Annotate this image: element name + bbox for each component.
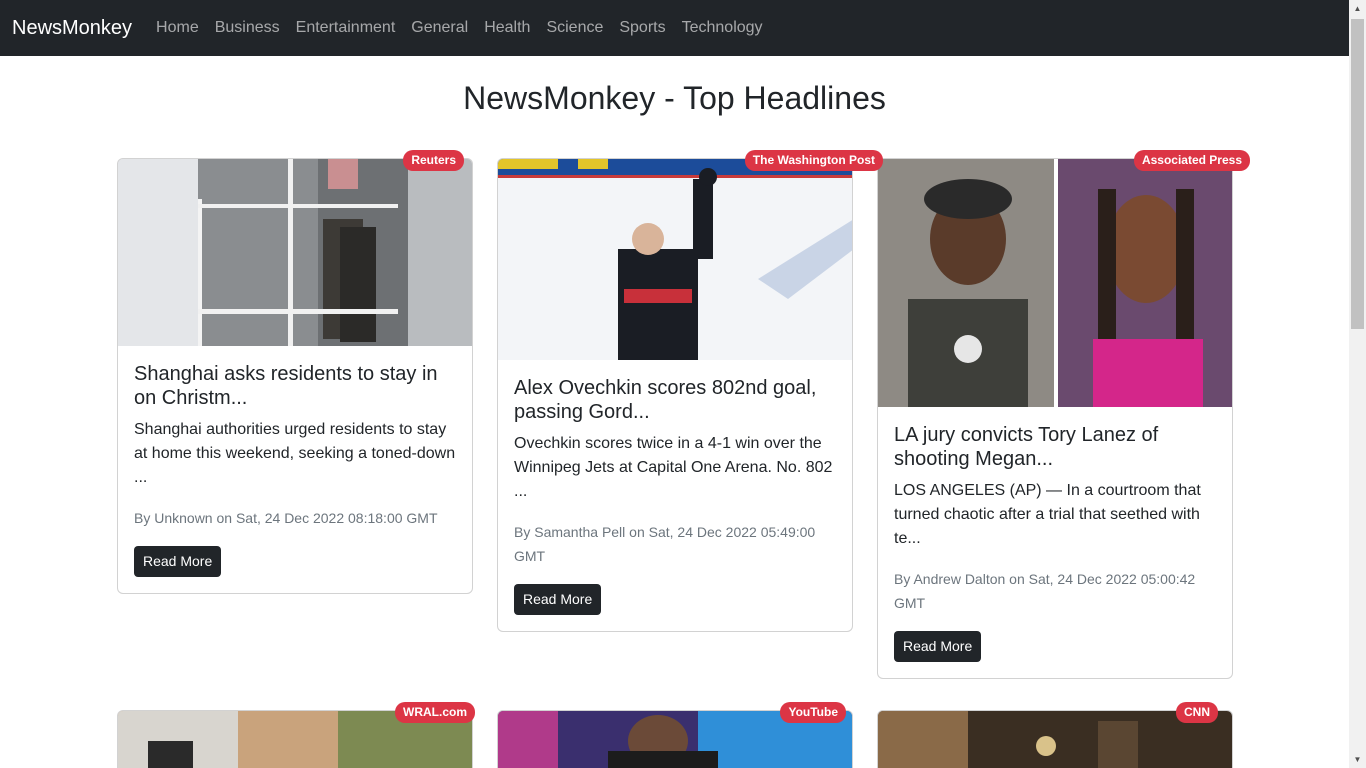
read-more-button[interactable]: Read More — [514, 584, 602, 615]
nav-link-entertainment[interactable]: Entertainment — [296, 19, 396, 37]
card-meta: By Unknown on Sat, 24 Dec 2022 08:18:00 … — [134, 510, 438, 526]
source-badge: CNN — [1176, 702, 1218, 723]
source-badge: Reuters — [403, 150, 464, 171]
navbar: NewsMonkey Home Business Entertainment G… — [0, 0, 1349, 56]
card-meta: By Andrew Dalton on Sat, 24 Dec 2022 05:… — [894, 571, 1196, 611]
card-title: Alex Ovechkin scores 802nd goal, passing… — [514, 377, 817, 423]
news-card: YouTube — [497, 702, 853, 768]
card-body: Shanghai asks residents to stay in on Ch… — [118, 346, 472, 593]
card-title: Shanghai asks residents to stay in on Ch… — [134, 363, 438, 409]
nav-link-sports[interactable]: Sports — [619, 19, 665, 37]
nav-link-science[interactable]: Science — [546, 19, 603, 37]
news-card: WRAL.com — [117, 702, 475, 768]
card-description: LOS ANGELES (AP) — In a courtroom that t… — [894, 482, 1201, 547]
card-meta: By Samantha Pell on Sat, 24 Dec 2022 05:… — [514, 524, 816, 564]
card-body: LA jury convicts Tory Lanez of shooting … — [878, 407, 1232, 678]
news-image — [878, 159, 1232, 407]
nav-link-technology[interactable]: Technology — [682, 19, 763, 37]
news-card: Associated Press LA jury convicts Tory L… — [877, 150, 1250, 679]
scroll-down-icon[interactable]: ▼ — [1349, 751, 1366, 768]
scroll-thumb[interactable] — [1351, 19, 1364, 329]
page-title: NewsMonkey - Top Headlines — [463, 80, 886, 116]
nav-link-business[interactable]: Business — [215, 19, 280, 37]
nav-link-general[interactable]: General — [411, 19, 468, 37]
news-card: Reuters Shanghai asks residents to stay … — [117, 150, 473, 594]
news-card: CNN — [877, 702, 1233, 768]
news-image — [498, 159, 852, 360]
read-more-button[interactable]: Read More — [134, 546, 222, 577]
scroll-up-icon[interactable]: ▲ — [1349, 0, 1366, 17]
card-title: LA jury convicts Tory Lanez of shooting … — [894, 424, 1159, 470]
source-badge: Associated Press — [1133, 150, 1250, 171]
nav-links: Home Business Entertainment General Heal… — [156, 19, 779, 37]
news-image — [118, 159, 472, 346]
card-description: Shanghai authorities urged residents to … — [134, 421, 456, 486]
card-body: Alex Ovechkin scores 802nd goal, passing… — [498, 360, 852, 631]
nav-link-health[interactable]: Health — [484, 19, 530, 37]
read-more-button[interactable]: Read More — [894, 631, 982, 662]
news-card: The Washington Post Alex Ovechkin scores… — [497, 150, 883, 632]
source-badge: WRAL.com — [395, 702, 475, 723]
brand-logo[interactable]: NewsMonkey — [12, 17, 132, 40]
source-badge: The Washington Post — [744, 150, 883, 171]
vertical-scrollbar[interactable]: ▲ ▼ — [1349, 0, 1366, 768]
card-description: Ovechkin scores twice in a 4-1 win over … — [514, 435, 833, 500]
nav-link-home[interactable]: Home — [156, 19, 199, 37]
source-badge: YouTube — [780, 702, 846, 723]
